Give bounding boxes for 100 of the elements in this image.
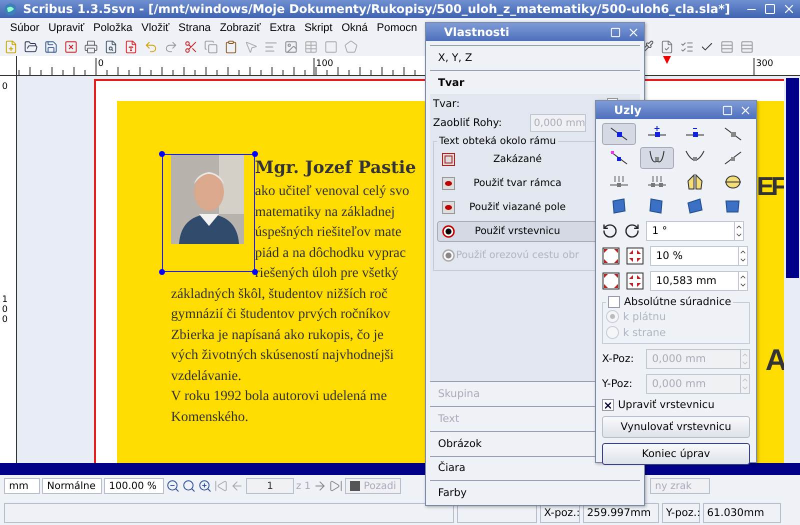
menu-item[interactable]: Okná <box>341 22 368 34</box>
finish-button[interactable]: Koniec úprav <box>602 443 750 465</box>
reset-button[interactable]: Vynulovať vrstevnicu <box>602 416 750 438</box>
last-page-icon[interactable] <box>328 479 343 493</box>
heading-letters: A <box>765 346 784 376</box>
shrink-icon <box>626 247 644 265</box>
menu-item[interactable]: Extra <box>270 22 296 34</box>
clipboard-icon[interactable] <box>224 40 238 54</box>
rotation-field[interactable]: 1 ° <box>646 221 744 241</box>
radio-label: k strane <box>623 326 666 338</box>
list-box-icon[interactable] <box>680 40 694 54</box>
text-line: Komenského. <box>171 408 248 426</box>
text-line: matematiky na základnej <box>255 204 395 222</box>
preflight-icon[interactable] <box>104 40 118 54</box>
checkbox[interactable] <box>608 296 620 308</box>
text-line: vzdelávanie. <box>171 368 242 386</box>
menu-item[interactable]: Skript <box>304 22 332 34</box>
page-count: z 1 <box>296 480 311 492</box>
node-tool-icon <box>608 125 630 143</box>
zoom-in-icon[interactable] <box>198 479 212 493</box>
enlarge-icon <box>602 272 620 290</box>
close-icon[interactable] <box>782 2 796 16</box>
node-tool-icon <box>722 125 744 143</box>
radio-label: k plátnu <box>623 310 666 322</box>
text-line: riešených úloh pre všetký <box>255 265 398 283</box>
panel-title: Uzly <box>614 103 642 117</box>
open-folder-icon[interactable] <box>24 40 38 54</box>
ruler-label: 100 <box>2 296 9 326</box>
vertical-scrollbar[interactable] <box>784 76 800 463</box>
window-title: Scribus 1.3.5svn - [/mnt/windows/Moje Dokumenty/Rukopisy/500_uloh_z_matematiky/500-uloh6_cla.sla*] <box>23 2 732 16</box>
text-line: základných škôl, študentov nižších roč <box>171 286 388 304</box>
y-position-label: Y-poz.: <box>662 503 700 523</box>
section-header[interactable]: Farby <box>430 480 640 505</box>
unit-select[interactable]: mm <box>4 478 40 494</box>
increment-icon[interactable] <box>739 248 747 256</box>
menu-item[interactable]: Pomocn <box>376 22 418 34</box>
scale-percent-field[interactable]: 10 % <box>650 246 748 266</box>
pdf-export-icon[interactable] <box>124 40 138 54</box>
text-line: gymnázií či študentov prvých ročníkov <box>171 306 390 324</box>
node-tool-icon <box>608 149 630 167</box>
menu-item[interactable]: Upraviť <box>48 22 84 34</box>
enlarge-icon <box>602 247 620 265</box>
maximize-icon[interactable] <box>610 26 621 38</box>
ruler-label: 0 <box>2 83 9 93</box>
node-tool-button[interactable] <box>602 123 636 145</box>
menu-item[interactable]: Vložiť <box>141 22 170 34</box>
zoom-field[interactable]: 100.00 % <box>104 478 164 494</box>
text-line: ako učiteľ venoval celý svo <box>255 183 410 201</box>
panel-title: Vlastnosti <box>444 25 510 39</box>
section-header[interactable]: X, Y, Z <box>430 44 640 70</box>
decrement-icon[interactable] <box>739 256 747 264</box>
close-icon[interactable] <box>627 26 640 38</box>
heading-letters: EF <box>756 173 784 199</box>
text-line: V roku 1992 bola autorovi udelená me <box>171 388 387 406</box>
contour-icon <box>442 249 455 262</box>
menu-item[interactable]: Strana <box>178 22 211 34</box>
mode-select[interactable]: Normálne <box>42 478 102 494</box>
heading: Mgr. Jozef Pastie <box>255 157 416 180</box>
text-line: vých životných skúseností najvhodnejši <box>171 347 394 365</box>
menu-item[interactable]: Položka <box>93 22 132 34</box>
app-logo-icon <box>4 2 17 16</box>
rotate-left-icon[interactable] <box>602 223 618 239</box>
image-frame-icon[interactable] <box>284 40 298 54</box>
node-tool-button[interactable] <box>640 147 674 169</box>
text-line: úspešných riešiteľov mate <box>255 224 402 242</box>
increment-icon[interactable] <box>739 273 747 281</box>
x-label: X-Poz: <box>602 353 634 365</box>
text-line: piád a na dôchodku vyprac <box>255 244 406 262</box>
node-tool-icon <box>722 173 744 191</box>
maximize-icon[interactable] <box>722 104 733 116</box>
y-position-value: 61.030mm <box>703 503 781 523</box>
menu-item[interactable]: Súbor <box>10 22 40 34</box>
shrink-icon <box>626 272 644 290</box>
search-icon[interactable] <box>182 479 196 493</box>
checkbox-label: Absolútne súradnice <box>624 296 732 308</box>
form-button-icon[interactable] <box>660 40 674 54</box>
y-label: Y-Poz: <box>602 378 632 390</box>
maximize-icon[interactable] <box>764 3 776 15</box>
node-tool-icon <box>722 149 744 167</box>
save-icon[interactable] <box>44 40 58 54</box>
increment-icon[interactable] <box>735 223 743 231</box>
group-title: Text obteká okolo rámu <box>438 136 557 148</box>
printer-icon[interactable] <box>84 40 98 54</box>
close-icon[interactable] <box>739 104 752 116</box>
page-select[interactable]: 1 <box>246 478 294 494</box>
checkbox[interactable] <box>602 399 614 411</box>
menu-item[interactable]: Zobraziť <box>220 22 261 34</box>
corner-label: Zaobliť Rohy: <box>433 117 502 130</box>
rotate-right-icon[interactable] <box>624 223 640 239</box>
text-line: Zbierka je napísaná ako rukopis, čo je <box>171 326 384 344</box>
shape-label: Tvar: <box>433 98 460 110</box>
no-wrap-icon <box>442 153 455 166</box>
scale-length-field[interactable]: 10,583 mm <box>650 271 748 291</box>
contour-icon <box>442 225 455 238</box>
close-document-icon[interactable] <box>64 40 78 54</box>
zoom-out-icon[interactable] <box>166 479 180 493</box>
scissors-icon[interactable] <box>184 40 198 54</box>
decrement-icon[interactable] <box>739 281 747 289</box>
next-page-icon[interactable] <box>312 479 327 493</box>
decrement-icon[interactable] <box>735 231 743 239</box>
